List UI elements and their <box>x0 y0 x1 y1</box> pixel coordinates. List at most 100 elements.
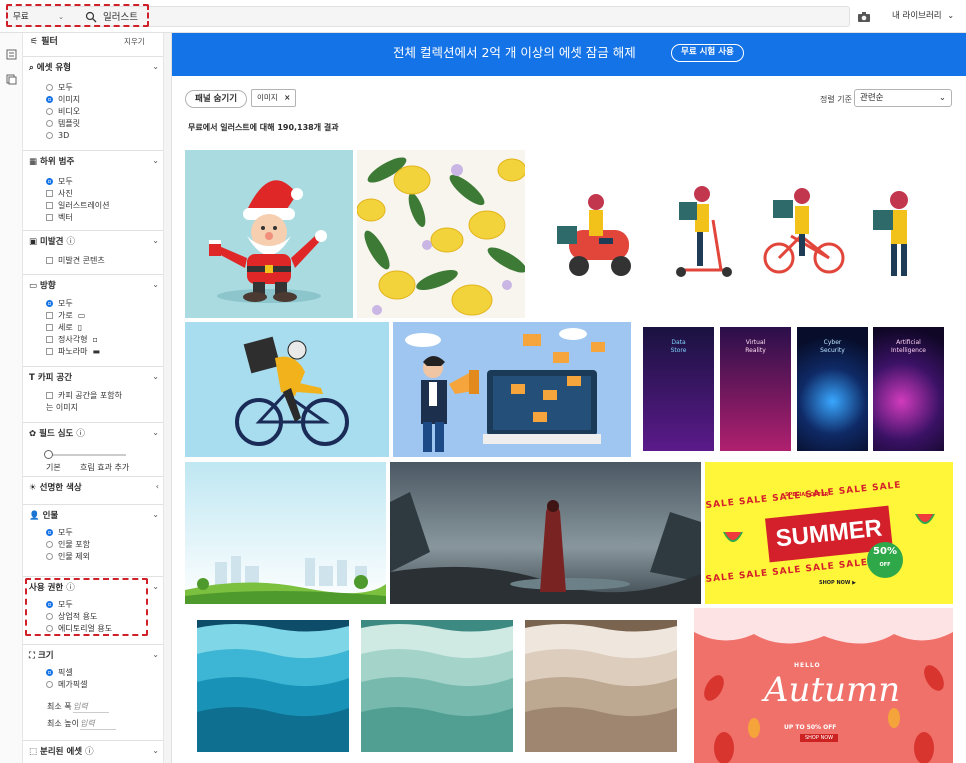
depth-slider-track[interactable] <box>46 454 126 456</box>
depth-of-field-header[interactable]: ✿ 필드 심도 ⓘ <box>29 428 85 440</box>
thumbnail-summer-sale[interactable]: SALE SALE SALE SALE SALE SALE SALE SALE … <box>705 462 953 604</box>
vivid-colors-header[interactable]: ☀ 선명한 색상 <box>29 482 82 494</box>
copy-space-option[interactable]: 카피 공간을 포함하 <box>46 390 122 401</box>
poster-virtual-reality: Virtual Reality <box>720 327 791 451</box>
landscape-icon: ▭ <box>77 311 86 320</box>
hide-panel-button[interactable]: 패널 숨기기 <box>185 90 248 108</box>
isolated-header[interactable]: ⬚ 분리된 에셋 ⓘ <box>29 746 94 758</box>
people-option[interactable]: 모두 <box>46 527 73 538</box>
chevron-down-icon[interactable]: ⌄ <box>152 156 159 165</box>
lemon-pattern <box>357 150 525 318</box>
orientation-option[interactable]: 세로 ▯ <box>46 322 82 333</box>
subcategory-option[interactable]: 일러스트레이션 <box>46 200 110 211</box>
chevron-down-icon[interactable]: ⌄ <box>152 582 159 591</box>
orientation-option[interactable]: 파노라마 ▬ <box>46 346 100 357</box>
thumbnail-wave-banners[interactable] <box>185 608 690 763</box>
min-height-input[interactable]: 입력 <box>80 718 116 730</box>
orientation-option[interactable]: 정사각형 ▫ <box>46 334 98 345</box>
subcategory-option[interactable]: 벡터 <box>46 212 73 223</box>
size-option[interactable]: 메가픽셀 <box>46 679 87 690</box>
subcategory-header[interactable]: ▦ 하위 범주 <box>29 156 74 168</box>
size-option[interactable]: 픽셀 <box>46 667 73 678</box>
visual-search-icon[interactable] <box>857 11 871 23</box>
orientation-option[interactable]: 모두 <box>46 298 73 309</box>
asset-type-option[interactable]: 비디오 <box>46 106 80 117</box>
asset-type-option[interactable]: 3D <box>46 130 69 141</box>
thumbnail-santa[interactable] <box>185 150 353 318</box>
asset-type-option[interactable]: 모두 <box>46 82 73 93</box>
people-header[interactable]: 👤 인물 <box>29 510 58 522</box>
orientation-option[interactable]: 가로 ▭ <box>46 310 85 321</box>
chevron-left-icon[interactable]: ‹ <box>156 482 159 491</box>
sort-value: 관련순 <box>860 93 884 103</box>
sidebar-scrollbar[interactable] <box>163 33 171 763</box>
thumbnail-hooded-figure[interactable] <box>390 462 701 604</box>
square-icon: ▫ <box>92 335 98 344</box>
text-icon: T <box>29 373 35 383</box>
asset-type-option[interactable]: 이미지 <box>46 94 80 105</box>
autumn-offer-text: UP TO 50% OFF <box>784 724 837 731</box>
subcategory-option[interactable]: 모두 <box>46 176 73 187</box>
panorama-icon: ▬ <box>92 347 101 356</box>
sort-label: 정렬 기준 <box>820 95 852 104</box>
free-trial-button[interactable]: 무료 시험 사용 <box>671 44 744 62</box>
subcategory-section: ▦ 하위 범주 ⌄ 모두 사진 일러스트레이션 벡터 <box>23 150 163 230</box>
chevron-down-icon[interactable]: ⌄ <box>152 510 159 519</box>
copy-space-section: T 카피 공간 ⌄ 카피 공간을 포함하 는 이미지 <box>23 366 163 422</box>
undiscovered-header[interactable]: ▣ 미발견 ⓘ <box>29 236 75 248</box>
chevron-down-icon[interactable]: ⌄ <box>152 650 159 659</box>
asset-type-option[interactable]: 템플릿 <box>46 118 80 129</box>
thumbnail-tech-posters[interactable]: Data Store Virtual Reality Cyber Securit… <box>637 322 953 457</box>
chevron-down-icon[interactable]: ⌄ <box>152 428 159 437</box>
depth-slider-handle[interactable] <box>44 450 53 459</box>
people-option[interactable]: 인물 포함 <box>46 539 90 550</box>
info-icon[interactable]: ⓘ <box>85 746 94 758</box>
min-width-input[interactable]: 입력 <box>73 701 109 713</box>
asset-type-title: 에셋 유형 <box>36 63 72 73</box>
subcategory-option[interactable]: 사진 <box>46 188 73 199</box>
library-panel-icon[interactable] <box>6 74 17 85</box>
info-icon[interactable]: ⓘ <box>67 236 76 248</box>
copy-space-header[interactable]: T 카피 공간 <box>29 372 72 384</box>
promo-text: 전체 컬렉션에서 2억 개 이상의 에셋 잠금 해제 <box>393 45 636 60</box>
people-option[interactable]: 인물 제외 <box>46 551 90 562</box>
chevron-down-icon[interactable]: ⌄ <box>152 62 159 71</box>
sort-dropdown[interactable]: 관련순 ⌄ <box>854 89 952 107</box>
asset-type-section: ⌕ 에셋 유형 ⌄ 모두 이미지 비디오 템플릿 3D <box>23 56 163 150</box>
autumn-hello-text: HELLO <box>794 662 821 669</box>
special-offer-text: SPECIAL OFFER <box>785 492 829 498</box>
thumbnail-delivery[interactable] <box>529 150 953 318</box>
my-library-menu[interactable]: 내 라이브러리 ⌄ <box>892 9 954 23</box>
poster-data-store: Data Store <box>643 327 714 451</box>
asset-type-header[interactable]: ⌕ 에셋 유형 <box>29 62 71 74</box>
orientation-header[interactable]: ▭ 방향 <box>29 280 56 292</box>
top-bar: 무료 ⌄ 일러스트 내 라이브러리 ⌄ <box>0 0 966 33</box>
clear-filters-button[interactable]: 지우기 <box>124 33 145 51</box>
close-icon[interactable]: × <box>284 93 290 102</box>
thumbnail-lemons[interactable] <box>357 150 525 318</box>
chevron-down-icon[interactable]: ⌄ <box>152 372 159 381</box>
bicycle-courier-illustration <box>185 322 389 457</box>
info-icon[interactable]: ⓘ <box>76 428 85 440</box>
orientation-section: ▭ 방향 ⌄ 모두 가로 ▭ 세로 ▯ 정사각형 ▫ 파노라마 ▬ <box>23 274 163 366</box>
chevron-down-icon[interactable]: ⌄ <box>152 280 159 289</box>
filter-sidebar: ⚟ 필터 지우기 ⌕ 에셋 유형 ⌄ 모두 이미지 비디오 템플릿 3D ▦ 하위 … <box>0 33 172 763</box>
size-header[interactable]: ⛶ 크기 <box>29 650 54 662</box>
chevron-down-icon: ⌄ <box>947 11 955 20</box>
sidebar-rail <box>0 33 23 763</box>
chevron-down-icon[interactable]: ⌄ <box>152 746 159 755</box>
filter-chip-image[interactable]: 이미지 × <box>251 89 297 107</box>
filter-panel-icon[interactable] <box>6 49 17 60</box>
undiscovered-option[interactable]: 미발견 콘텐츠 <box>46 255 105 266</box>
wave-banners-illustration <box>197 620 677 752</box>
isolated-section: ⬚ 분리된 에셋 ⓘ ⌄ <box>23 740 163 763</box>
thumbnail-city-landscape[interactable] <box>185 462 386 604</box>
thumbnail-bicycle-courier[interactable] <box>185 322 389 457</box>
thumbnail-email-marketing[interactable] <box>393 322 631 457</box>
min-height-label: 최소 높이 <box>47 719 79 728</box>
chevron-down-icon[interactable]: ⌄ <box>152 236 159 245</box>
min-width-label: 최소 폭 <box>47 702 72 711</box>
autumn-title: Autumn <box>764 670 901 710</box>
filter-panel: ⚟ 필터 지우기 ⌕ 에셋 유형 ⌄ 모두 이미지 비디오 템플릿 3D ▦ 하위 … <box>23 33 171 763</box>
thumbnail-autumn-sale[interactable]: HELLO Autumn UP TO 50% OFF SHOP NOW <box>694 608 953 763</box>
